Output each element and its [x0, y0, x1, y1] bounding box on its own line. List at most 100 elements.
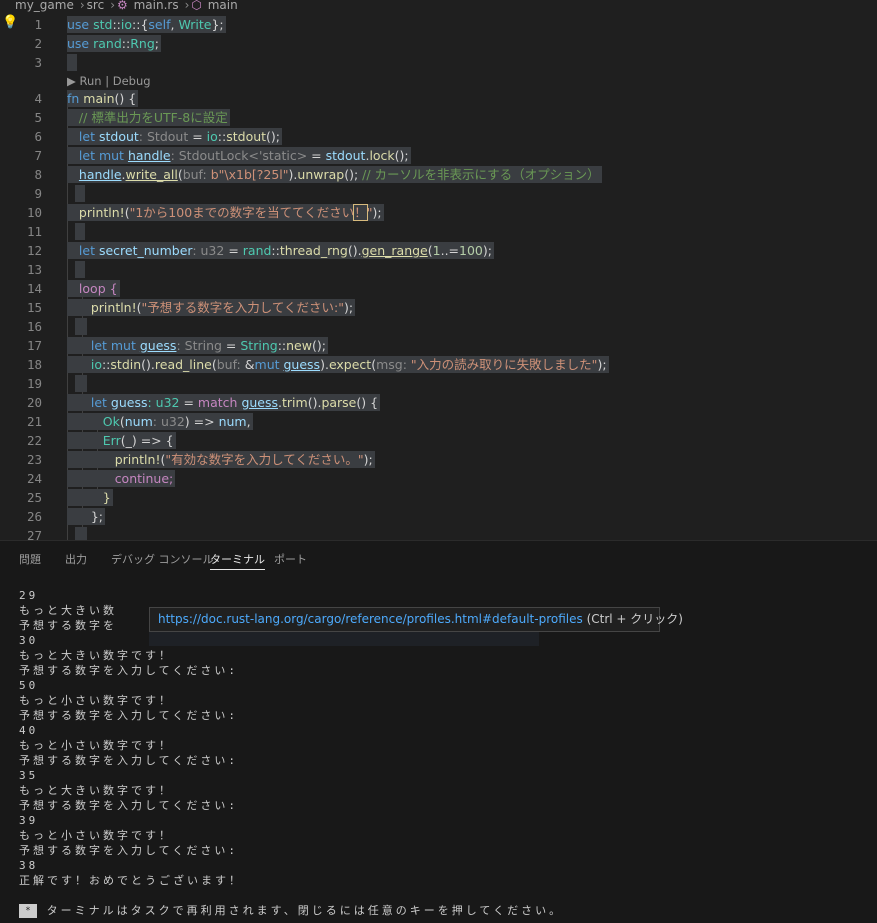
breadcrumb-folder-my-game[interactable]: my_game — [15, 0, 74, 12]
breadcrumb-file-main-rs[interactable]: main.rs — [134, 0, 179, 12]
comment: // カーソルを非表示にする（オプション） — [362, 167, 600, 182]
line-number: 20 — [26, 395, 42, 410]
line-number: 17 — [26, 338, 42, 353]
line-number: 2 — [34, 36, 42, 51]
token: ！ — [353, 204, 368, 221]
code-line-21[interactable]: Ok(num: u32) => num, — [67, 413, 253, 430]
tab-debug-console[interactable]: デバッグ コンソール — [111, 551, 214, 569]
code-line-16[interactable] — [75, 318, 87, 335]
line-number: 6 — [34, 129, 42, 144]
code-line-15[interactable]: println!("予想する数字を入力してください:"); — [67, 299, 356, 316]
token: expect — [328, 357, 372, 372]
code-line-23[interactable]: println!("有効な数字を入力してください。"); — [67, 451, 375, 468]
terminal-line: 予想する数字を入力してください: — [19, 844, 238, 857]
token: io — [120, 17, 133, 32]
code-line-9[interactable] — [75, 185, 85, 202]
tab-problems[interactable]: 問題 — [19, 551, 41, 569]
token: ..= — [440, 243, 460, 258]
terminal-line: 50 — [19, 679, 39, 692]
token: Ok — [102, 414, 120, 429]
token: std — [89, 17, 113, 32]
code-line-11[interactable] — [75, 223, 85, 240]
token: parse — [321, 395, 357, 410]
chevron-right-icon: › — [184, 0, 190, 12]
code-line-7[interactable]: let mut handle: StdoutLock<'static> = st… — [67, 147, 411, 164]
code-line-27[interactable] — [75, 527, 87, 540]
token: () { — [356, 395, 379, 410]
line-number: 27 — [26, 528, 42, 540]
token: = — [221, 338, 241, 353]
tab-output[interactable]: 出力 — [65, 551, 87, 569]
tooltip-link[interactable]: https://doc.rust-lang.org/cargo/referenc… — [158, 612, 583, 626]
token: Err — [102, 433, 121, 448]
type-hint: : Stdout — [138, 129, 189, 144]
terminal-line: 予想する数字を入力してください: — [19, 754, 238, 767]
token: continue; — [114, 471, 174, 486]
token: 1 — [432, 243, 441, 258]
terminal-reuse-line: * ターミナルはタスクで再利用されます、閉じるには任意のキーを押してください。 — [19, 903, 563, 918]
code-line-25[interactable]: } — [67, 489, 113, 506]
token: rand — [89, 36, 122, 51]
token: let — [78, 243, 95, 258]
rust-file-icon: ⚙ — [117, 0, 128, 12]
token: trim — [282, 395, 308, 410]
terminal-line: もっと小さい数字です！ — [19, 829, 173, 842]
code-line-13[interactable] — [75, 261, 85, 278]
line-number: 21 — [26, 414, 42, 429]
line-number: 25 — [26, 490, 42, 505]
token: Rng — [130, 36, 155, 51]
token: ; — [154, 36, 159, 51]
code-line-12[interactable]: let secret_number: u32 = rand::thread_rn… — [67, 242, 494, 259]
code-line-1[interactable]: use std::io::{self, Write}; — [67, 16, 226, 33]
code-editor[interactable]: 💡 1 2 3 4 5 6 7 8 9 10 11 12 13 14 15 16… — [0, 12, 877, 540]
token: = — [179, 395, 198, 410]
code-line-18[interactable]: io::stdin().read_line(buf: &mut guess).e… — [67, 356, 609, 373]
line-number: 5 — [34, 110, 42, 125]
token: unwrap — [297, 167, 345, 182]
code-line-17[interactable]: let mut guess: String = String::new(); — [67, 337, 328, 354]
token: ); — [482, 243, 492, 258]
token: write_all — [125, 167, 178, 182]
code-line-2[interactable]: use rand::Rng; — [67, 35, 161, 52]
tab-terminal[interactable]: ターミナル — [210, 551, 265, 570]
code-line-19[interactable] — [75, 375, 87, 392]
token: lock — [369, 148, 395, 163]
code-line-4[interactable]: fn main() { — [67, 90, 139, 107]
code-line-26[interactable]: }; — [67, 508, 106, 525]
code-line-14[interactable]: loop { — [67, 280, 120, 297]
code-line-24[interactable]: continue; — [67, 470, 176, 487]
code-line-20[interactable]: let guess: u32 = match guess.trim().pars… — [67, 394, 381, 411]
token: io — [90, 357, 102, 372]
line-number: 7 — [34, 148, 42, 163]
terminal-line: もっと大きい数 — [19, 604, 117, 617]
terminal-reuse-message: ターミナルはタスクで再利用されます、閉じるには任意のキーを押してください。 — [46, 904, 564, 917]
tab-ports[interactable]: ポート — [274, 551, 307, 569]
code-line-22[interactable]: Err(_) => { — [67, 432, 176, 449]
comment: // 標準出力をUTF-8に設定 — [78, 110, 228, 125]
code-line-10[interactable]: println!("1から100までの数字を当ててください！"); — [67, 204, 384, 221]
terminal-line: 30 — [19, 634, 39, 647]
token: stdout — [325, 148, 366, 163]
token: ). — [320, 357, 329, 372]
token: = — [307, 148, 326, 163]
token: let — [90, 395, 107, 410]
code-line-8[interactable]: handle.write_all(buf: b"\x1b[?25l").unwr… — [67, 166, 602, 183]
line-number: 16 — [26, 319, 42, 334]
terminal-line: 35 — [19, 769, 39, 782]
code-line-6[interactable]: let stdout: Stdout = io::stdout(); — [67, 128, 283, 145]
terminal-line: 予想する数字を入力してください: — [19, 664, 238, 677]
code-line-3[interactable] — [67, 54, 77, 71]
token: = — [224, 243, 243, 258]
token: (). — [141, 357, 155, 372]
tooltip-backdrop — [149, 632, 539, 646]
line-number: 1 — [34, 17, 42, 32]
codelens-run-debug[interactable]: ▶ Run | Debug — [67, 72, 151, 90]
token: :: — [277, 338, 287, 353]
breadcrumb-symbol-main[interactable]: main — [208, 0, 238, 12]
token: stdin — [110, 357, 142, 372]
token: guess — [241, 395, 279, 410]
chevron-right-icon: › — [79, 0, 85, 12]
breadcrumb-folder-src[interactable]: src — [87, 0, 105, 12]
code-line-5[interactable]: // 標準出力をUTF-8に設定 — [67, 109, 230, 126]
type-hint: : String — [176, 338, 222, 353]
